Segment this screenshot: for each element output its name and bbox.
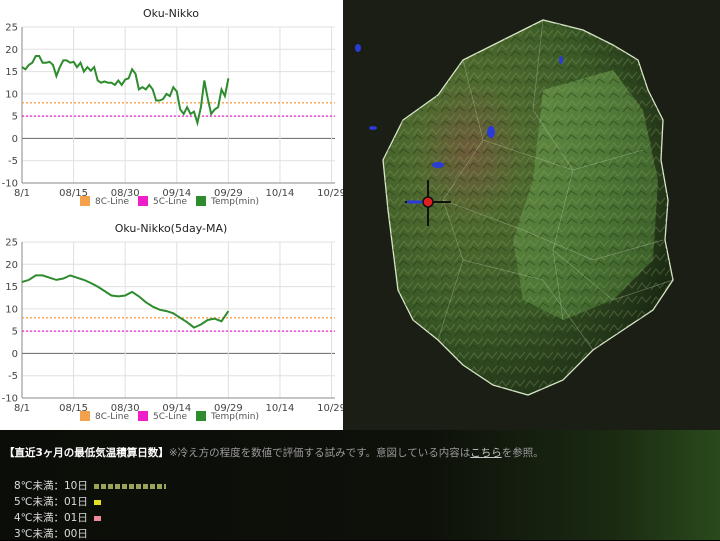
y-tick-label: 15 bbox=[5, 67, 18, 78]
count-label-3c: 3℃未満：00日 bbox=[14, 528, 88, 540]
count-row-3c: 3℃未満：00日 bbox=[14, 526, 88, 541]
y-tick-label: 25 bbox=[5, 23, 18, 34]
relief-map[interactable] bbox=[343, 0, 720, 430]
count-row-8c: 8℃未満：10日 bbox=[14, 478, 166, 493]
y-tick-label: 20 bbox=[5, 45, 18, 56]
legend-swatch bbox=[80, 196, 90, 206]
count-bar-5c bbox=[93, 499, 101, 505]
legend-swatch bbox=[138, 196, 148, 206]
count-bar-4c bbox=[93, 515, 101, 521]
x-tick-label: 10/14 bbox=[266, 188, 295, 199]
x-tick-label: 10/29 bbox=[317, 403, 343, 414]
count-row-5c: 5℃未満：01日 bbox=[14, 494, 101, 509]
y-tick-label: 25 bbox=[5, 238, 18, 249]
info-panel: 【直近3ヶ月の最低気温積算日数】※冷え方の程度を数値で評価する試みです。意図して… bbox=[0, 430, 720, 540]
x-tick-label: 8/1 bbox=[14, 188, 30, 199]
count-bar-8c bbox=[93, 483, 166, 489]
legend-label: 5C-Line bbox=[153, 197, 187, 207]
y-tick-label: 5 bbox=[12, 112, 18, 123]
y-tick-label: 10 bbox=[5, 89, 18, 100]
info-heading-tail: を参照。 bbox=[501, 447, 544, 459]
chart-title: Oku-Nikko bbox=[143, 7, 199, 20]
count-label-4c: 4℃未満：01日 bbox=[14, 512, 88, 524]
count-label-8c: 8℃未満：10日 bbox=[14, 480, 88, 492]
legend-swatch bbox=[80, 411, 90, 421]
legend-label: Temp(min) bbox=[210, 412, 259, 422]
info-heading-title: 【直近3ヶ月の最低気温積算日数】 bbox=[4, 447, 169, 459]
count-label-5c: 5℃未満：01日 bbox=[14, 496, 88, 508]
legend-label: 8C-Line bbox=[95, 412, 129, 422]
y-tick-label: 20 bbox=[5, 260, 18, 271]
chart-panel: Oku-Nikko 25 20 15 10 5 0 -5 -10 8/1 08/15 08/30 09/… bbox=[0, 0, 343, 430]
y-tick-label: 0 bbox=[12, 349, 18, 360]
y-tick-label: 10 bbox=[5, 304, 18, 315]
y-tick-label: 5 bbox=[12, 327, 18, 338]
x-tick-label: 10/14 bbox=[266, 403, 295, 414]
legend-label: 8C-Line bbox=[95, 197, 129, 207]
y-tick-label: -5 bbox=[8, 156, 18, 167]
map-svg bbox=[343, 0, 720, 430]
x-tick-label: 10/29 bbox=[317, 188, 343, 199]
y-tick-label: 15 bbox=[5, 282, 18, 293]
chart-lower: Oku-Nikko(5day-MA)2520151050-5-108/1 08/1… bbox=[0, 215, 343, 430]
info-heading: 【直近3ヶ月の最低気温積算日数】※冷え方の程度を数値で評価する試みです。意図して… bbox=[4, 445, 544, 460]
y-tick-label: 0 bbox=[12, 134, 18, 145]
legend-label: 5C-Line bbox=[153, 412, 187, 422]
legend-swatch bbox=[196, 196, 206, 206]
y-tick-label: -5 bbox=[8, 371, 18, 382]
info-link[interactable]: こちら bbox=[470, 447, 502, 459]
x-tick-label: 8/1 bbox=[14, 403, 30, 414]
legend-label: Temp(min) bbox=[210, 197, 259, 207]
chart-upper: Oku-Nikko2520151050-5-108/1 08/15 08/30 09/… bbox=[0, 0, 343, 215]
legend-swatch bbox=[138, 411, 148, 421]
info-heading-note: ※冷え方の程度を数値で評価する試みです。意図している内容は bbox=[168, 447, 471, 459]
count-row-4c: 4℃未満：01日 bbox=[14, 510, 101, 525]
chart-title: Oku-Nikko(5day-MA) bbox=[115, 222, 228, 235]
legend-swatch bbox=[196, 411, 206, 421]
